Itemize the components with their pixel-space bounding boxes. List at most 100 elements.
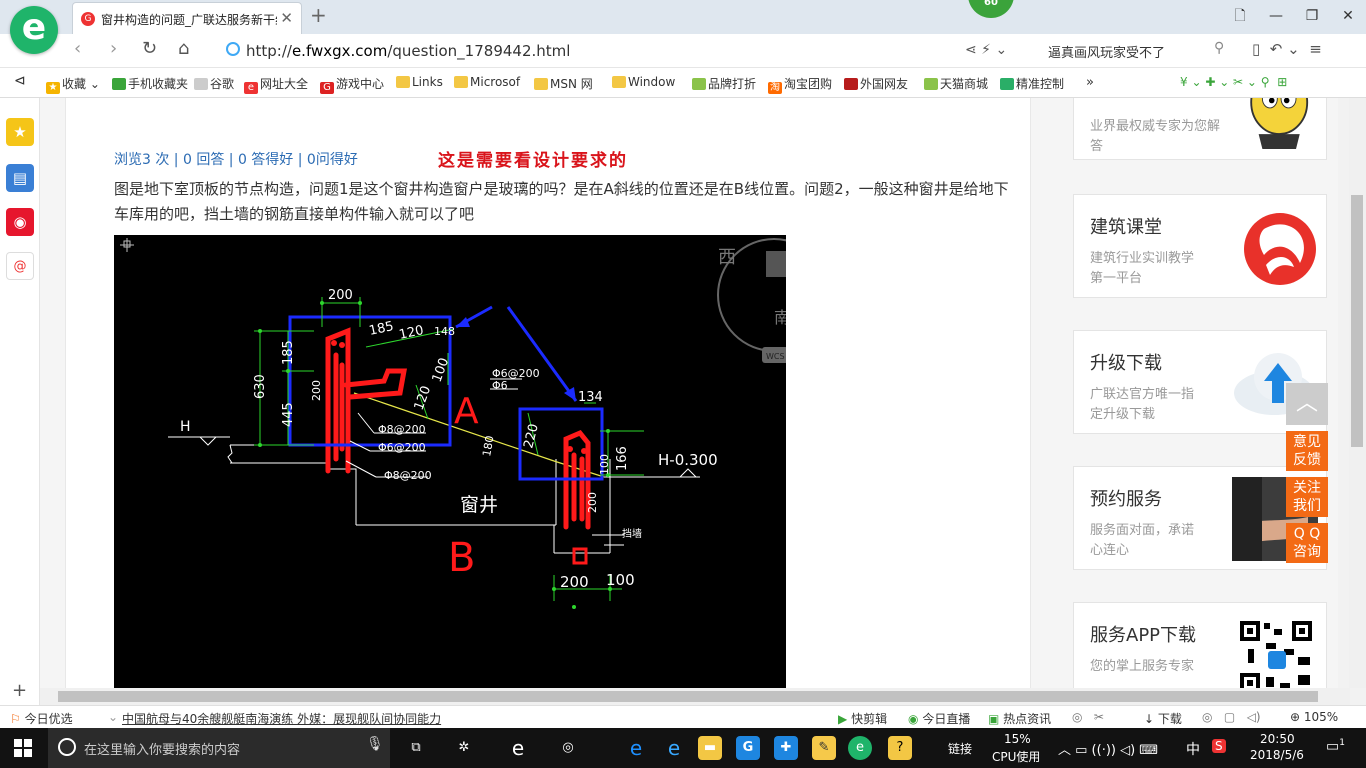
help-app-icon[interactable]: ? [888, 736, 912, 760]
refresh-icon[interactable]: ↻ [142, 38, 157, 59]
extension-icons[interactable]: ¥ ⌄ ✚ ⌄ ✂ ⌄ ⚲ ⊞ [1180, 75, 1287, 89]
bookmark-games[interactable]: G 游戏中心 [320, 75, 384, 94]
today-pick[interactable]: ⚐ 今日优选 [10, 710, 73, 727]
weibo-icon[interactable]: ◉ [6, 208, 34, 236]
toolbar-icons[interactable]: ▯ ↶ ⌄ ≡ [1252, 40, 1322, 58]
zoom-level[interactable]: ⊕ 105% [1290, 710, 1338, 724]
back-to-top-icon[interactable]: ︿ [1286, 383, 1328, 425]
search-box[interactable]: 逼真画风玩家受不了 ⚲ [1040, 39, 1240, 63]
bookmark-favorites[interactable]: ★ 收藏 ⌄ [46, 75, 100, 94]
file-explorer-icon[interactable]: ▬ [698, 736, 722, 760]
notepad-app-icon[interactable]: ✎ [812, 736, 836, 760]
spiral-app-icon[interactable]: ◎ [556, 736, 580, 760]
dim-200b: 200 [310, 380, 323, 401]
bookmark-microsoft[interactable]: Microsof [454, 75, 520, 89]
new-tab-button[interactable]: + [310, 3, 327, 27]
minimize-button[interactable]: — [1258, 0, 1294, 32]
bookmark-windows[interactable]: Window [612, 75, 675, 89]
share-icon[interactable]: ⋖ ⚡ ⌄ [965, 42, 1007, 58]
clock-time[interactable]: 20:50 [1260, 732, 1295, 746]
bookmark-msn[interactable]: MSN 网 [534, 75, 593, 92]
bookmark-tmall[interactable]: 天猫商城 [924, 75, 988, 92]
ie-icon[interactable]: e [662, 736, 686, 760]
news-headline[interactable]: 中国航母与40余艘舰艇南海演练 外媒：展现舰队间协同能力 [122, 710, 441, 727]
bookmark-google[interactable]: 谷歌 [194, 75, 234, 92]
bookmark-hao[interactable]: e 网址大全 [244, 75, 308, 94]
hot-news[interactable]: ▣ 热点资讯 [988, 710, 1051, 727]
bookmark-foreign[interactable]: 外国网友 [844, 75, 908, 92]
edge-icon[interactable]: e [624, 736, 648, 760]
question-stats[interactable]: 浏览3 次 | 0 回答 | 0 答得好 | 0问得好 [114, 149, 358, 169]
bookmark-brand[interactable]: 品牌打折 [692, 75, 756, 92]
mail-icon[interactable]: @ [6, 252, 34, 280]
browser-logo-icon[interactable]: e [10, 6, 58, 54]
dim-200a: 200 [328, 288, 353, 303]
url-path: /question_1789442.html [387, 42, 571, 60]
vertical-scrollbar[interactable] [1349, 98, 1366, 688]
maximize-button[interactable]: ❐ [1294, 0, 1330, 32]
downloads[interactable]: ↓ 下载 [1144, 710, 1182, 727]
ime-indicator[interactable]: 中 [1186, 739, 1200, 759]
card-sub: 您的掌上服务专家 [1090, 659, 1195, 674]
active-tab[interactable]: G 窗井构造的问题_广联达服务新干线 ✕ [72, 2, 302, 34]
site-security-icon [226, 42, 240, 56]
score-badge[interactable]: 60 [968, 0, 1014, 18]
bookmark-mobile[interactable]: 手机收藏夹 [112, 75, 188, 92]
forward-icon[interactable]: › [110, 38, 117, 59]
sidebar-card-app[interactable]: 服务APP下载 您的掌上服务专家 [1073, 602, 1327, 688]
browser-360-icon[interactable]: e [848, 736, 872, 760]
home-icon[interactable]: ⌂ [178, 38, 189, 59]
taskbar-search-placeholder: 在这里输入你要搜索的内容 [84, 743, 241, 758]
rebar-phi8-200b: Φ8@200 [384, 469, 432, 482]
quick-edit[interactable]: ▶ 快剪辑 [838, 710, 887, 727]
question-panel: 浏览3 次 | 0 回答 | 0 答得好 | 0问得好 这是需要看设计要求的 图… [65, 98, 1031, 688]
bookmark-taobao[interactable]: 淘淘宝团购 [768, 75, 832, 94]
sogou-ime-icon[interactable]: S [1212, 739, 1226, 753]
plus-app-icon[interactable]: ✚ [774, 736, 798, 760]
url-field[interactable]: http://e.fwxgx.com/question_1789442.html [222, 39, 952, 63]
pinwheel-app-icon[interactable]: ✲ [452, 736, 476, 760]
news-chevron-icon[interactable]: ⌄ [108, 710, 118, 724]
dim-180: 180 [480, 435, 496, 458]
add-panel-icon[interactable]: + [12, 680, 27, 701]
qr-code-icon [1238, 619, 1314, 688]
windows-start-icon[interactable] [14, 739, 32, 757]
live-today[interactable]: ◉ 今日直播 [908, 710, 970, 727]
feedback-button[interactable]: 意见反馈 [1286, 431, 1328, 471]
back-icon[interactable]: ‹ [74, 38, 81, 59]
horizontal-scrollbar[interactable] [40, 688, 1350, 705]
ie-browser-icon[interactable]: e [506, 736, 530, 760]
dim-220: 220 [521, 422, 542, 450]
bookmark-links[interactable]: Links [396, 75, 443, 89]
notification-center-icon[interactable]: ▭1 [1326, 738, 1345, 755]
bookmark-control[interactable]: 精准控制 [1000, 75, 1064, 92]
dim-134: 134 [578, 390, 603, 405]
rebar-phi6-200a: Φ6@200 [378, 441, 426, 454]
card-title: 建筑课堂 [1090, 217, 1162, 238]
status-icons-2[interactable]: ◎ ▢ ◁) [1202, 710, 1261, 724]
follow-button[interactable]: 关注我们 [1286, 477, 1328, 517]
close-tab-icon[interactable]: ✕ [280, 9, 293, 27]
links-toolbar[interactable]: 链接 [948, 740, 972, 757]
clock-date[interactable]: 2018/5/6 [1250, 748, 1304, 762]
more-bookmarks-icon[interactable]: » [1086, 75, 1094, 90]
task-view-icon[interactable]: ⧉ [404, 736, 428, 760]
qq-button[interactable]: Q Q咨询 [1286, 523, 1328, 563]
ground-h: H [180, 419, 191, 435]
reading-list-icon[interactable]: ▤ [6, 164, 34, 192]
flame-logo-icon [1244, 213, 1316, 285]
expert-card[interactable]: 业界最权威专家为您解答 [1073, 98, 1327, 160]
skin-icon[interactable]: 🗋 [1222, 0, 1258, 32]
taskbar-search[interactable]: 在这里输入你要搜索的内容 🎙 [48, 728, 390, 768]
close-window-button[interactable]: ✕ [1330, 0, 1366, 32]
favorites-star-icon[interactable]: ★ [6, 118, 34, 146]
tray-icons[interactable]: ︿ ▭ ((·)) ◁) ⌨ [1058, 739, 1158, 758]
sidebar-card-course[interactable]: 建筑课堂 建筑行业实训教学第一平台 [1073, 194, 1327, 298]
letter-a: A [454, 391, 479, 432]
sidebar-toggle-icon[interactable]: ⊲ [14, 73, 26, 89]
dim-120b: 120 [412, 384, 435, 412]
microphone-icon[interactable]: 🎙 [366, 736, 384, 752]
status-icons[interactable]: ◎ ✂ [1072, 710, 1104, 724]
glodon-g-icon[interactable]: G [736, 736, 760, 760]
search-icon[interactable]: ⚲ [1214, 40, 1224, 56]
